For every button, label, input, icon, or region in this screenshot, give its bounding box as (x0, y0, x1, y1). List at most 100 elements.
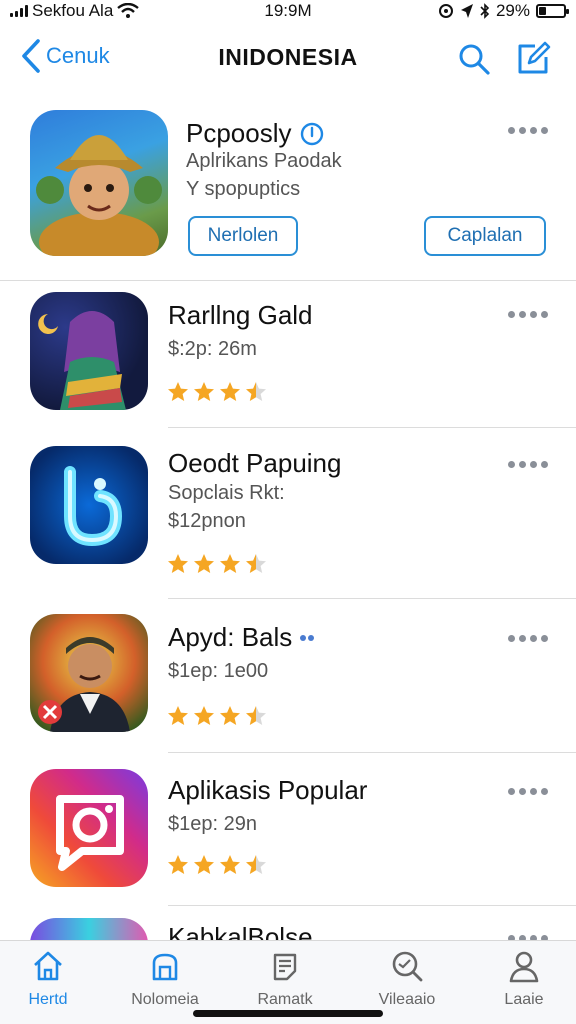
app-row[interactable]: Rarllng Gald $:2p: 26m (0, 290, 576, 425)
camera-chat-icon (56, 795, 124, 871)
more-button[interactable] (508, 456, 548, 472)
row-divider (168, 598, 576, 599)
star-icon (246, 554, 266, 573)
row-divider (168, 905, 576, 906)
app-name: Apyd: Bals (168, 622, 316, 653)
status-bar: Sekfou Ala 19:9M 29% (0, 0, 576, 22)
more-button[interactable] (508, 306, 548, 322)
star-icon (220, 706, 240, 725)
battery-icon (536, 4, 569, 18)
status-left: Sekfou Ala (10, 1, 140, 21)
featured-right-button[interactable]: Caplalan (424, 216, 546, 256)
star-rating (166, 853, 268, 877)
featured-app-icon[interactable] (30, 110, 168, 256)
compose-button[interactable] (514, 40, 552, 78)
featured-app-caption: Y spopuptics (186, 178, 301, 200)
app-row[interactable]: Oeodt Papuing Sopclais Rkt: $12pnon (0, 440, 576, 595)
app-price: $12pnon (168, 510, 246, 532)
app-name-text: Apyd: Bals (168, 622, 293, 652)
star-rating (166, 552, 268, 576)
app-name: Rarllng Gald (168, 300, 313, 330)
bluetooth-icon (480, 3, 490, 19)
star-icon (168, 855, 188, 874)
character-portrait-image (38, 637, 130, 732)
tab-label: Laaie (504, 991, 544, 1008)
tab-ramatk[interactable]: Ramatk (230, 949, 340, 1009)
dot-badge-icon (300, 634, 315, 641)
star-icon (246, 706, 266, 725)
compose-icon (518, 41, 551, 74)
row-divider (0, 280, 576, 281)
app-price: $1ep: 29n (168, 813, 257, 835)
battery-level (539, 7, 546, 15)
tab-label: Nolomeia (131, 991, 199, 1008)
star-icon (168, 382, 188, 401)
row-divider (168, 752, 576, 753)
star-icon (194, 706, 214, 725)
arch-icon (152, 953, 178, 981)
home-indicator[interactable] (193, 1010, 383, 1017)
star-icon (168, 554, 188, 573)
star-icon (246, 855, 266, 874)
star-icon (194, 554, 214, 573)
tab-laaie[interactable]: Laaie (469, 949, 576, 1009)
app-name: Aplikasis Popular (168, 775, 368, 805)
chevron-left-icon (22, 39, 40, 73)
featured-app-row[interactable]: Pcpoosly Aplrikans Paodak Y spopuptics N… (0, 110, 576, 280)
more-button[interactable] (508, 930, 548, 940)
search-icon (459, 44, 490, 75)
featured-left-button[interactable]: Nerlolen (188, 216, 298, 256)
mystic-character-image (38, 311, 126, 410)
signal-icon (10, 5, 28, 17)
battery-percent: 29% (495, 1, 530, 20)
app-icon[interactable] (30, 918, 148, 940)
adventurer-character-image (36, 135, 162, 256)
back-button[interactable]: Cenuk (20, 38, 110, 74)
row-divider (168, 427, 576, 428)
app-name: Oeodt Papuing (168, 448, 342, 478)
star-icon (194, 855, 214, 874)
star-icon (220, 382, 240, 401)
more-button[interactable] (508, 630, 548, 646)
featured-more-button[interactable] (508, 122, 548, 138)
tab-home[interactable]: Hertd (0, 949, 103, 1009)
location-icon (460, 4, 473, 18)
person-icon (509, 951, 539, 983)
app-row[interactable]: Aplikasis Popular $1ep: 29n (0, 765, 576, 905)
star-icon (220, 855, 240, 874)
tab-label: Hertd (28, 991, 68, 1008)
app-name: KabkalBolse (168, 922, 313, 940)
app-icon[interactable] (30, 446, 148, 564)
tab-nolomeia[interactable]: Nolomeia (110, 949, 220, 1009)
star-rating (166, 380, 268, 404)
home-icon (34, 951, 62, 981)
search-button[interactable] (455, 40, 493, 78)
featured-app-name-text: Pcpoosly (186, 118, 292, 148)
wifi-icon (117, 3, 140, 18)
clipboard-icon (273, 953, 297, 981)
carrier-label: Sekfou Ala (32, 1, 114, 20)
app-icon[interactable] (30, 292, 148, 410)
app-icon[interactable] (30, 614, 148, 732)
featured-app-name: Pcpoosly (186, 118, 324, 149)
navigation-bar: Cenuk INIDONESIA (0, 32, 576, 86)
app-price: $:2p: 26m (168, 338, 257, 360)
app-row[interactable]: Apyd: Bals $1ep: 1e00 (0, 612, 576, 752)
neon-swirl-icon (64, 466, 123, 547)
star-rating (166, 704, 268, 728)
app-icon[interactable] (30, 769, 148, 887)
star-icon (220, 554, 240, 573)
featured-app-subtitle: Aplrikans Paodak (186, 150, 342, 172)
tab-vileaaio[interactable]: Vileaaio (352, 949, 462, 1009)
status-right: 29% (438, 1, 569, 21)
star-icon (168, 706, 188, 725)
tab-label: Ramatk (257, 991, 313, 1008)
verified-badge-icon (300, 122, 323, 145)
star-icon (194, 382, 214, 401)
app-subtitle: Sopclais Rkt: (168, 482, 285, 504)
tab-label: Vileaaio (378, 991, 436, 1008)
app-row[interactable]: KabkalBolse (0, 916, 576, 940)
more-button[interactable] (508, 783, 548, 799)
alarm-icon (438, 4, 453, 18)
star-icon (246, 382, 266, 401)
